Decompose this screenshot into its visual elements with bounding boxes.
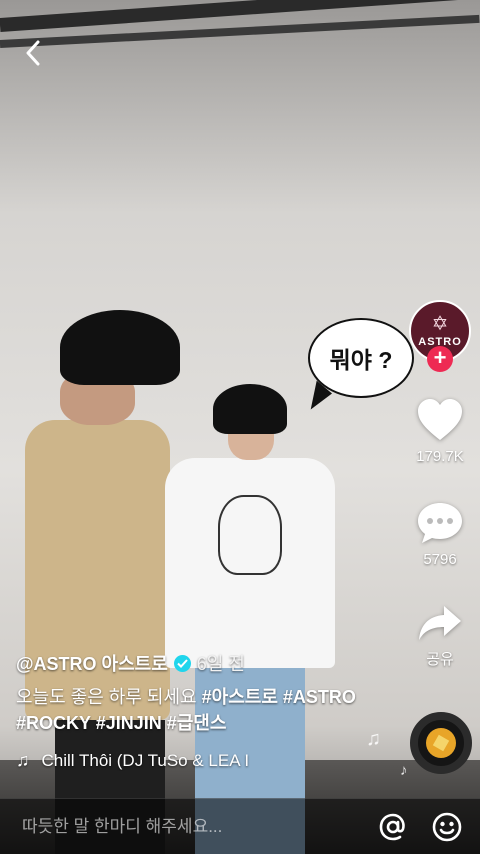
post-age: 6일 전 [196, 654, 245, 674]
speech-bubble: 뭐야 ? [308, 318, 414, 398]
speech-bubble-icon [418, 503, 462, 543]
at-sign-icon [379, 813, 405, 840]
disc-cover-icon [426, 728, 456, 758]
floating-note-icon-small: ♪ [400, 762, 408, 779]
music-title: Chill Thôi (DJ TuSo & LEA I [41, 750, 250, 770]
post-text: 오늘도 좋은 하루 되세요 [16, 687, 197, 707]
person-left-hat [60, 310, 180, 385]
share-arrow-icon [419, 606, 461, 640]
speech-bubble-text: 뭐야 ? [329, 347, 393, 373]
music-note-icon: ♫ [16, 750, 30, 770]
verified-badge-icon [173, 654, 191, 672]
share-button[interactable]: 공유 [417, 604, 463, 669]
comment-bar [0, 798, 480, 854]
heart-icon [418, 399, 462, 440]
follow-button[interactable]: + [427, 346, 453, 372]
like-button[interactable]: 179.7K [416, 398, 464, 465]
author-name[interactable]: @ASTRO 아스트로 [16, 650, 168, 676]
post-caption: @ASTRO 아스트로 6일 전 오늘도 좋은 하루 되세요 #아스트로 #AS… [16, 650, 396, 771]
music-ticker[interactable]: ♫ Chill Thôi (DJ TuSo & LEA I [16, 750, 266, 771]
floating-note-icon: ♫ [366, 728, 381, 750]
share-label: 공유 [426, 651, 454, 668]
astro-logo-icon: ✡ [431, 313, 449, 335]
comment-count: 5796 [423, 551, 457, 568]
post-description: 오늘도 좋은 하루 되세요 #아스트로 #ASTRO #ROCKY #JINJI… [16, 684, 396, 736]
music-disc[interactable] [410, 712, 472, 774]
back-button[interactable] [18, 38, 48, 68]
emoji-button[interactable] [430, 810, 464, 844]
like-count: 179.7K [416, 448, 464, 465]
comment-input[interactable] [22, 816, 356, 837]
person-right-hat [213, 384, 287, 434]
chevron-left-icon [26, 40, 40, 66]
author-row: @ASTRO 아스트로 6일 전 [16, 650, 396, 676]
smiley-icon [432, 812, 462, 841]
profile-avatar[interactable]: ✡ ASTRO + [409, 300, 471, 372]
shirt-tiger-print [218, 495, 282, 575]
comment-button[interactable]: 5796 [416, 501, 464, 568]
hashtags-line-1[interactable]: #아스트로 #ASTRO [202, 687, 356, 707]
action-rail: ✡ ASTRO + 179.7K 5796 공유 [409, 300, 471, 669]
hashtags-line-2[interactable]: #ROCKY #JINJIN #급댄스 [16, 713, 226, 733]
mention-button[interactable] [376, 810, 410, 844]
